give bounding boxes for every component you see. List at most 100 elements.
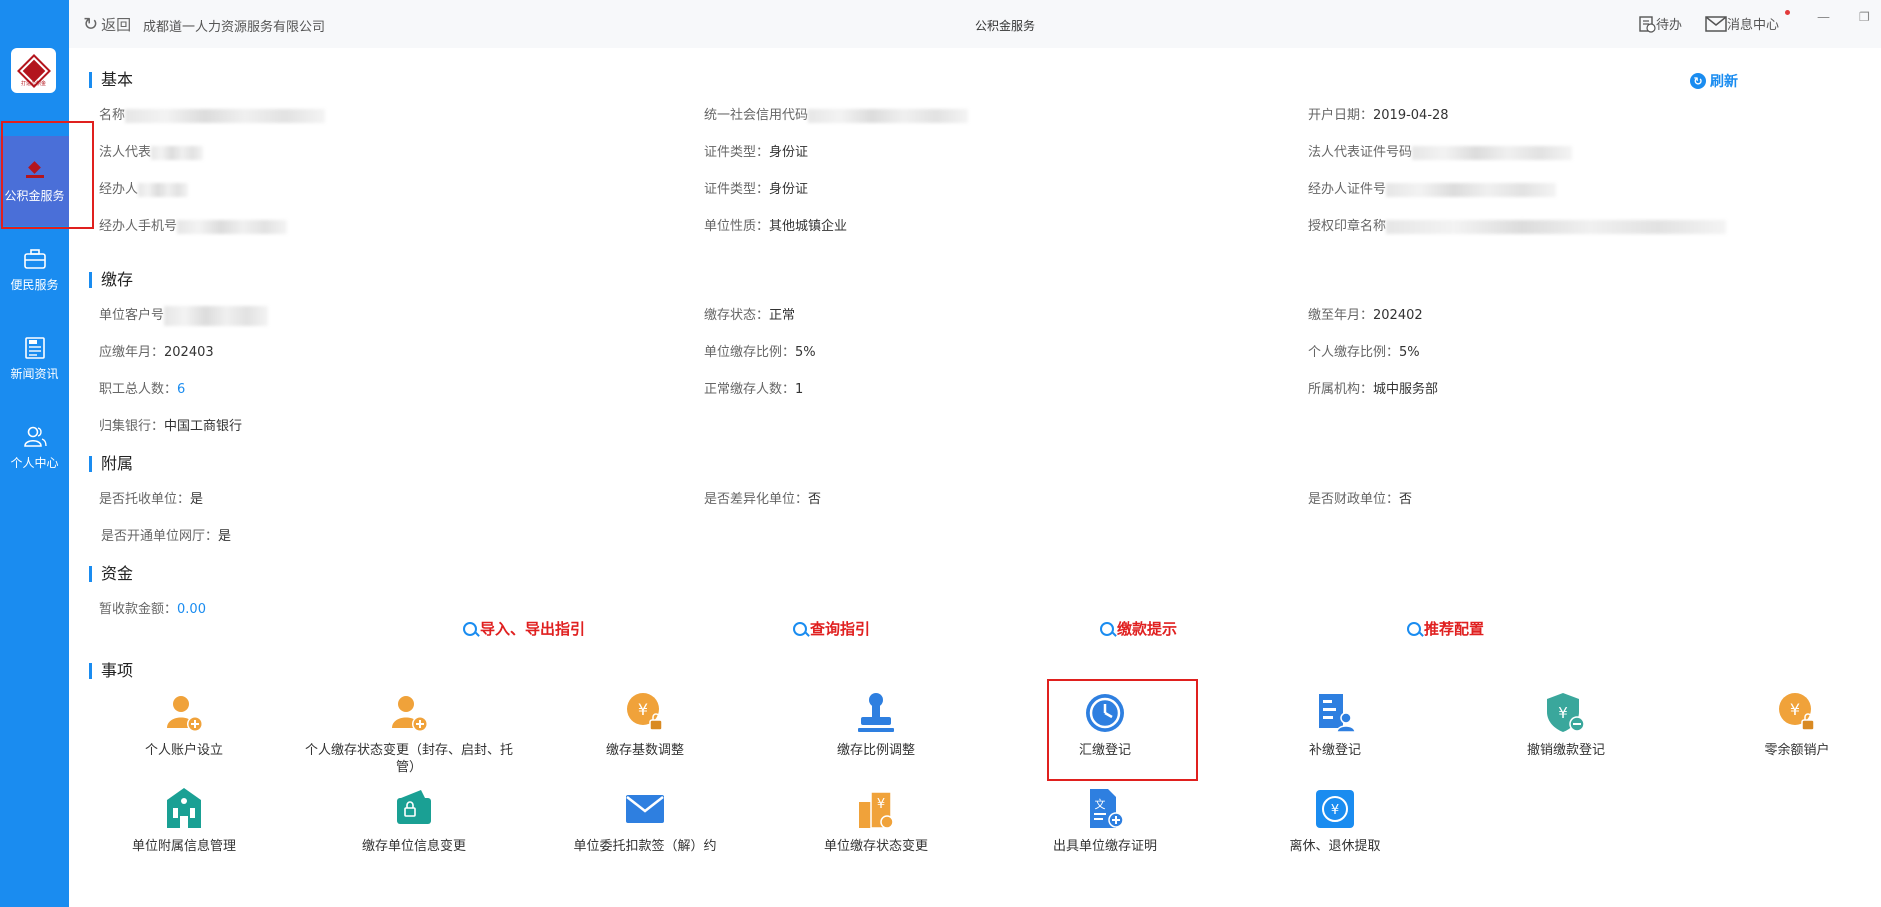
page-title: 公积金服务: [975, 19, 1036, 33]
svg-text:¥: ¥: [1558, 704, 1568, 722]
svg-text:¥: ¥: [1331, 803, 1339, 818]
field-label: 开户日期：: [1308, 108, 1374, 123]
field-label: 证件类型：: [704, 145, 770, 160]
matter-label: 出具单位缴存证明: [1052, 839, 1157, 854]
matter-retirement-withdraw[interactable]: ¥ 离休、退休提取: [1230, 786, 1440, 855]
matter-unit-status-change[interactable]: ¥ 单位缴存状态变更: [771, 786, 981, 855]
mail-icon: [1705, 15, 1727, 32]
sidebar-item-housing-fund[interactable]: 公积金服务: [0, 136, 69, 226]
field-value: 202402: [1373, 308, 1423, 323]
field-total-staff: 职工总人数：6: [99, 378, 185, 397]
field-unit-nature: 单位性质：其他城镇企业: [704, 215, 847, 234]
field-agent: 经办人: [99, 178, 189, 197]
guide-import-export[interactable]: 导入、导出指引: [463, 618, 585, 639]
section-basic-title: 基本: [89, 72, 133, 88]
matter-personal-account[interactable]: 个人账户设立: [79, 690, 289, 759]
company-name: 成都道一人力资源服务有限公司: [143, 20, 326, 35]
redacted-value: [1386, 182, 1557, 197]
refresh-back-icon: ↻: [83, 14, 99, 35]
field-unit-ratio: 单位缴存比例：5%: [704, 341, 816, 360]
sidebar-item-label: 新闻资讯: [10, 366, 59, 381]
building-icon: [167, 788, 201, 828]
field-value: 2019-04-28: [1373, 108, 1449, 123]
temp-amount-link[interactable]: 0.00: [177, 602, 206, 617]
svg-text:文: 文: [1095, 797, 1106, 811]
matter-unit-affiliate-info[interactable]: 单位附属信息管理: [79, 786, 289, 855]
shield-yuan-icon: ¥: [1547, 693, 1585, 732]
selected-matter-highlight: [1047, 679, 1198, 781]
field-label: 单位缴存比例：: [704, 345, 796, 360]
back-button[interactable]: ↻ 返回: [83, 14, 131, 35]
matter-label: 缴存比例调整: [836, 743, 915, 758]
total-staff-link[interactable]: 6: [177, 382, 185, 397]
matter-supplementary-register[interactable]: 补缴登记: [1230, 690, 1440, 759]
matter-label: 个人缴存状态变更（封存、启封、托管）: [304, 743, 513, 775]
magnifier-icon: [1407, 621, 1421, 636]
refresh-icon: ↻: [1690, 73, 1706, 89]
field-id-type-2: 证件类型：身份证: [704, 178, 808, 197]
field-label: 统一社会信用代码: [704, 108, 809, 123]
field-label: 正常缴存人数：: [704, 382, 796, 397]
todo-button[interactable]: 待办: [1638, 14, 1682, 33]
guide-recommend-config[interactable]: 推荐配置: [1407, 618, 1484, 639]
field-label: 经办人: [99, 182, 139, 197]
sidebar-item-convenience[interactable]: 便民服务: [0, 225, 69, 315]
guide-label: 导入、导出指引: [480, 620, 586, 638]
news-icon: [24, 336, 45, 359]
unread-dot: [1785, 10, 1790, 15]
message-center-button[interactable]: 消息中心: [1705, 10, 1790, 33]
field-name: 名称: [99, 104, 326, 123]
field-value: 是: [190, 492, 204, 507]
field-label: 单位客户号: [99, 308, 165, 323]
field-label: 单位性质：: [704, 219, 770, 234]
field-label: 名称: [99, 108, 126, 123]
matter-label: 补缴登记: [1308, 743, 1361, 758]
field-label: 是否开通单位网厅：: [101, 529, 219, 544]
guide-query[interactable]: 查询指引: [793, 618, 870, 639]
sidebar-item-personal[interactable]: 个人中心: [0, 403, 69, 493]
matter-personal-status-change[interactable]: 个人缴存状态变更（封存、启封、托管）: [304, 690, 514, 776]
window-minimize-button[interactable]: —: [1817, 10, 1830, 25]
window-restore-button[interactable]: ❐: [1859, 10, 1870, 24]
section-funds-title: 资金: [89, 566, 133, 582]
sidebar-item-label: 公积金服务: [4, 188, 65, 203]
field-label: 归集银行：: [99, 419, 165, 434]
matter-cancel-payment[interactable]: ¥ 撤销缴款登记: [1461, 690, 1671, 759]
matter-entrust-debit-contract[interactable]: 单位委托扣款签（解）约: [540, 786, 750, 855]
field-label: 授权印章名称: [1308, 219, 1387, 234]
field-value: 中国工商银行: [164, 419, 243, 434]
field-label: 暂收款金额：: [99, 602, 178, 617]
svg-text:¥: ¥: [638, 700, 648, 719]
matter-deposit-certificate[interactable]: 文 出具单位缴存证明: [1000, 786, 1210, 855]
field-value: 是: [218, 529, 232, 544]
add-person-icon: [392, 696, 428, 732]
matter-label: 缴存单位信息变更: [361, 839, 466, 854]
document-add-icon: 文: [1090, 789, 1124, 828]
matter-base-adjust[interactable]: ¥ 缴存基数调整: [540, 690, 750, 759]
field-label: 缴存状态：: [704, 308, 770, 323]
guide-label: 缴款提示: [1117, 620, 1178, 638]
topbar: ↻ 返回 成都道一人力资源服务有限公司 公积金服务 待办 消息中心 — ❐: [69, 0, 1881, 48]
sidebar-item-news[interactable]: 新闻资讯: [0, 314, 69, 404]
field-label: 法人代表证件号码: [1308, 145, 1413, 160]
matter-label: 缴存基数调整: [605, 743, 684, 758]
matter-zero-balance-close[interactable]: ¥ 零余额销户: [1692, 690, 1881, 759]
sidebar: 打造公积金 公积金服务 便民服务 新闻资讯 个人中心: [0, 0, 69, 907]
guide-payment-tip[interactable]: 缴款提示: [1100, 618, 1177, 639]
matter-label: 单位委托扣款签（解）约: [573, 839, 717, 854]
building-yuan-icon: ¥: [859, 791, 894, 829]
matter-label: 单位缴存状态变更: [823, 839, 928, 854]
field-label: 个人缴存比例：: [1308, 345, 1400, 360]
refresh-button[interactable]: ↻ 刷新: [1690, 71, 1738, 91]
back-label: 返回: [101, 16, 132, 34]
guide-label: 推荐配置: [1424, 620, 1485, 638]
redacted-value: [164, 305, 269, 326]
field-entrusted: 是否托收单位：是: [99, 488, 203, 507]
user-group-icon: [23, 426, 47, 447]
matter-ratio-adjust[interactable]: 缴存比例调整: [771, 690, 981, 759]
field-legal-rep-id: 法人代表证件号码: [1308, 141, 1573, 160]
section-affiliate-title: 附属: [89, 456, 133, 472]
matter-unit-info-change[interactable]: 缴存单位信息变更: [309, 786, 519, 855]
add-person-icon: [167, 696, 203, 732]
field-label: 职工总人数：: [99, 382, 178, 397]
